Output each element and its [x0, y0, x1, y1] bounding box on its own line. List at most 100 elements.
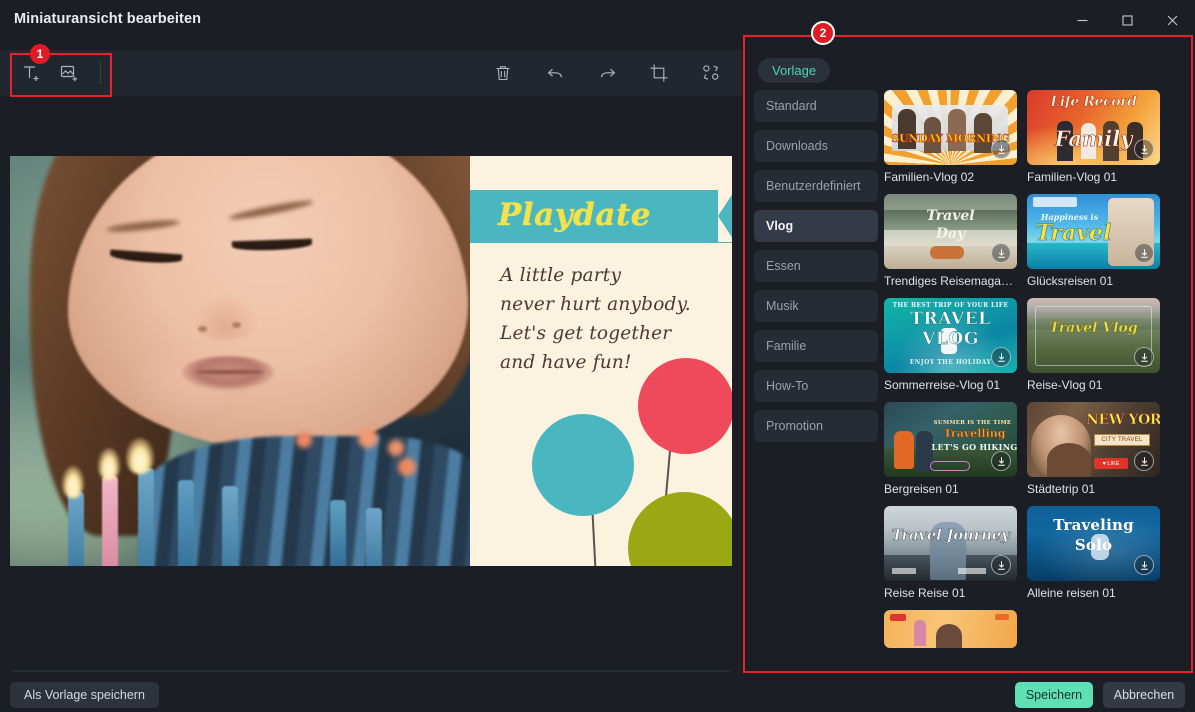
- download-icon[interactable]: [991, 451, 1011, 471]
- window-controls: [1060, 0, 1195, 40]
- category-label: Vlog: [766, 219, 794, 233]
- toolbar-right-tools: [492, 50, 722, 96]
- template-tile[interactable]: Happiness is Travel Glücksreisen 01: [1027, 194, 1160, 288]
- crop-icon[interactable]: [648, 62, 670, 84]
- ribbon-title[interactable]: Playdate: [498, 197, 651, 233]
- thumbnail-editor-window: Miniaturansicht bearbeiten Playdate A li…: [0, 0, 1195, 712]
- template-label: Familien-Vlog 02: [884, 170, 975, 184]
- template-tile[interactable]: THE BEST TRIP OF YOUR LIFE TRAVEL VLOG E…: [884, 298, 1017, 392]
- template-thumbnail[interactable]: Life Record Family: [1027, 90, 1160, 165]
- template-thumbnail[interactable]: Happiness is Travel: [1027, 194, 1160, 269]
- template-overlay-subtext: THE BEST TRIP OF YOUR LIFE: [892, 302, 1009, 309]
- download-icon[interactable]: [1134, 451, 1154, 471]
- candle-6: [330, 500, 346, 566]
- undo-icon[interactable]: [544, 62, 566, 84]
- transform-icon[interactable]: [700, 62, 722, 84]
- close-icon[interactable]: [1150, 0, 1195, 40]
- template-tile[interactable]: SUMMER IS THE TIME Travelling LET'S GO H…: [884, 402, 1017, 496]
- category-promotion[interactable]: Promotion: [754, 410, 878, 442]
- template-label: Alleine reisen 01: [1027, 586, 1116, 600]
- template-thumbnail[interactable]: [884, 610, 1017, 648]
- category-familie[interactable]: Familie: [754, 330, 878, 362]
- template-tile[interactable]: SUNDAY MORNING Familien-Vlog 02: [884, 90, 1017, 184]
- template-tile[interactable]: Life Record Family Familien-Vlog 01: [1027, 90, 1160, 184]
- template-thumbnail[interactable]: SUMMER IS THE TIME Travelling LET'S GO H…: [884, 402, 1017, 477]
- template-grid[interactable]: SUNDAY MORNING Familien-Vlog 02 Life Rec…: [884, 90, 1184, 672]
- bokeh-2: [358, 428, 378, 448]
- minimize-icon[interactable]: [1060, 0, 1105, 40]
- download-icon[interactable]: [991, 555, 1011, 575]
- template-overlay-text: Travel Journey: [891, 526, 1010, 545]
- category-label: Musik: [766, 299, 799, 313]
- template-thumbnail[interactable]: NEW YORK CITY TRAVEL ♥ LIKE: [1027, 402, 1160, 477]
- category-musik[interactable]: Musik: [754, 290, 878, 322]
- child-face: [68, 156, 468, 450]
- mouth-line: [196, 370, 264, 374]
- delete-icon[interactable]: [492, 62, 514, 84]
- template-overlay-text: Travel: [926, 208, 975, 224]
- candle-5: [222, 486, 238, 566]
- template-label: Reise Reise 01: [884, 586, 966, 600]
- preview-photo: [10, 156, 470, 566]
- ribbon-banner[interactable]: Playdate: [470, 190, 732, 243]
- template-tile[interactable]: Travel Vlog Reise-Vlog 01: [1027, 298, 1160, 392]
- template-overlay-text: Travel: [1035, 220, 1112, 247]
- redo-icon[interactable]: [596, 62, 618, 84]
- download-icon[interactable]: [991, 139, 1011, 159]
- flame-2: [98, 448, 120, 480]
- template-tile[interactable]: NEW YORK CITY TRAVEL ♥ LIKE Städtetrip 0…: [1027, 402, 1160, 496]
- template-overlay-text: Travel Vlog: [1049, 320, 1138, 336]
- nostril-right: [232, 322, 241, 328]
- maximize-icon[interactable]: [1105, 0, 1150, 40]
- category-benutzerdefiniert[interactable]: Benutzerdefiniert: [754, 170, 878, 202]
- category-label: Promotion: [766, 419, 823, 433]
- template-tile-partial[interactable]: [884, 610, 1017, 648]
- body-line-3: Let's get together: [500, 323, 672, 345]
- tab-vorlage[interactable]: Vorlage: [758, 58, 831, 83]
- marker-number: 2: [819, 26, 827, 40]
- download-icon[interactable]: [1134, 347, 1154, 367]
- template-label: Sommerreise-Vlog 01: [884, 378, 1001, 392]
- template-thumbnail[interactable]: SUNDAY MORNING: [884, 90, 1017, 165]
- marker-badge-1: 1: [30, 44, 50, 64]
- category-essen[interactable]: Essen: [754, 250, 878, 282]
- template-tile[interactable]: Travel Journey Reise Reise 01: [884, 506, 1017, 600]
- download-icon[interactable]: [991, 243, 1011, 263]
- add-text-icon[interactable]: [20, 62, 42, 84]
- template-thumbnail[interactable]: THE BEST TRIP OF YOUR LIFE TRAVEL VLOG E…: [884, 298, 1017, 373]
- template-thumbnail[interactable]: Travel Journey: [884, 506, 1017, 581]
- save-as-template-button[interactable]: Als Vorlage speichern: [10, 682, 159, 708]
- category-vlog[interactable]: Vlog: [754, 210, 878, 242]
- category-standard[interactable]: Standard: [754, 90, 878, 122]
- category-list: Standard Downloads Benutzerdefiniert Vlo…: [754, 90, 878, 450]
- marker-number: 1: [36, 47, 44, 61]
- category-downloads[interactable]: Downloads: [754, 130, 878, 162]
- body-line-2: never hurt anybody.: [500, 294, 691, 316]
- download-icon[interactable]: [1134, 243, 1154, 263]
- thumbnail-preview-canvas[interactable]: Playdate A little party never hurt anybo…: [10, 156, 732, 566]
- download-icon[interactable]: [1134, 555, 1154, 575]
- template-label: Reise-Vlog 01: [1027, 378, 1103, 392]
- add-image-icon[interactable]: [58, 62, 80, 84]
- template-thumbnail[interactable]: Travel Vlog: [1027, 298, 1160, 373]
- cancel-button[interactable]: Abbrechen: [1103, 682, 1185, 708]
- bokeh-3: [388, 440, 404, 456]
- template-label: Städtetrip 01: [1027, 482, 1096, 496]
- save-button[interactable]: Speichern: [1015, 682, 1093, 708]
- template-overlay-subtext: Day: [935, 226, 966, 242]
- balloon-olive: [628, 492, 732, 566]
- save-label: Speichern: [1025, 688, 1083, 702]
- template-thumbnail[interactable]: Traveling Solo: [1027, 506, 1160, 581]
- template-thumbnail[interactable]: Travel Day: [884, 194, 1017, 269]
- download-icon[interactable]: [1134, 139, 1154, 159]
- category-how-to[interactable]: How-To: [754, 370, 878, 402]
- download-icon[interactable]: [991, 347, 1011, 367]
- category-label: Benutzerdefiniert: [766, 179, 861, 193]
- template-overlay-text: Traveling: [1053, 516, 1134, 534]
- toolbar-divider: [100, 62, 101, 84]
- template-tile[interactable]: Traveling Solo Alleine reisen 01: [1027, 506, 1160, 600]
- category-label: Standard: [766, 99, 817, 113]
- editor-area: Playdate A little party never hurt anybo…: [0, 40, 742, 710]
- template-tile[interactable]: Travel Day Trendiges Reisemagazi...: [884, 194, 1017, 288]
- nostril-left: [198, 326, 207, 332]
